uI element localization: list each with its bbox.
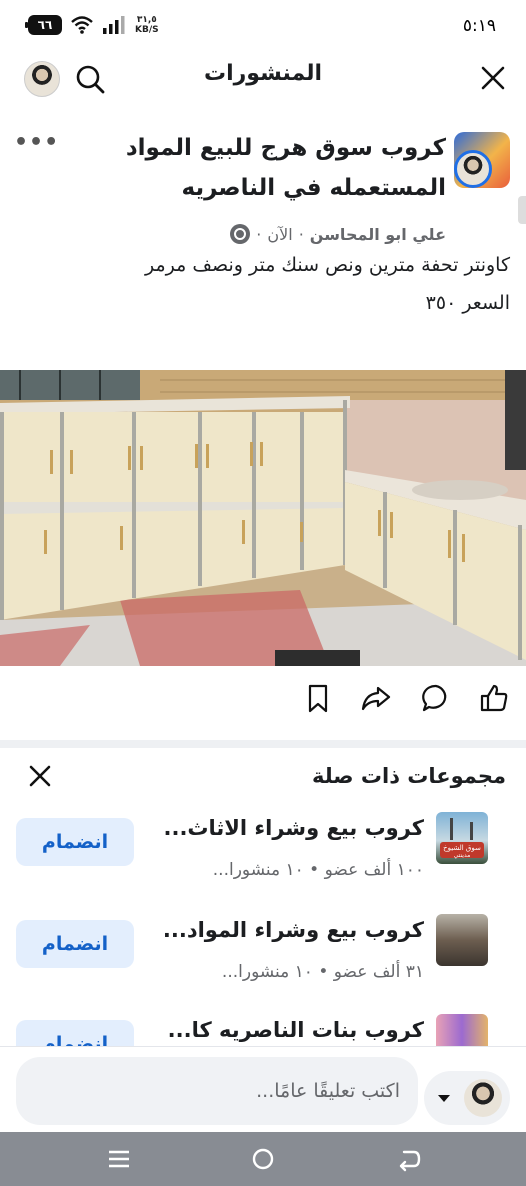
- group-row-name[interactable]: كروب بيع وشراء المواد...: [144, 918, 424, 942]
- recent-apps-icon[interactable]: [104, 1144, 134, 1174]
- wifi-icon: [71, 16, 93, 34]
- status-time: ٥:١٩: [462, 16, 496, 36]
- join-button[interactable]: انضمام: [16, 920, 134, 968]
- network-speed: ٣١,٥ KB/S: [135, 15, 159, 35]
- group-avatar[interactable]: [454, 132, 510, 188]
- system-nav-bar: [0, 1132, 526, 1186]
- share-icon[interactable]: [360, 682, 392, 714]
- status-icons: ٦٦ ٣١,٥ KB/S: [25, 15, 159, 35]
- post-meta: علي ابو المحاسن · الآن ·: [230, 224, 446, 244]
- post-photo[interactable]: [0, 370, 526, 666]
- thumb-label: سوق الشيوخ: [443, 844, 481, 852]
- close-icon[interactable]: [26, 762, 54, 790]
- group-thumbnail: [436, 914, 488, 966]
- meta-separator: ·: [298, 224, 304, 244]
- back-icon[interactable]: [394, 1144, 424, 1174]
- thumb-label: مدينتي: [454, 852, 471, 859]
- group-thumbnail-graphic: سوق الشيوخ مدينتي: [440, 818, 484, 859]
- author-avatar[interactable]: [454, 150, 492, 188]
- post-header: ••• كروب سوق هرج للبيع المواد المستعمله …: [0, 122, 526, 262]
- post-actions: [0, 676, 526, 720]
- home-icon[interactable]: [248, 1144, 278, 1174]
- join-button[interactable]: انضمام: [16, 818, 134, 866]
- save-icon[interactable]: [302, 682, 334, 714]
- page-title: المنشورات: [203, 61, 323, 86]
- comment-input[interactable]: اكتب تعليقًا عامًا...: [16, 1057, 418, 1125]
- caret-down-icon: [438, 1095, 450, 1102]
- group-thumbnail: سوق الشيوخ مدينتي: [436, 812, 488, 864]
- avatar: [464, 1079, 502, 1117]
- signal-icon: [103, 16, 125, 34]
- related-title: مجموعات ذات صلة: [311, 764, 506, 788]
- battery-icon: ٦٦: [25, 15, 62, 35]
- post-time[interactable]: الآن: [267, 225, 292, 244]
- more-options-icon[interactable]: •••: [14, 130, 59, 155]
- group-name[interactable]: كروب سوق هرج للبيع المواد المستعمله في ا…: [106, 128, 446, 208]
- group-row-meta: ١٠٠ ألف عضو • ١٠ منشورا...: [212, 860, 424, 880]
- group-row-name[interactable]: كروب بيع وشراء الاثاث...: [144, 816, 424, 840]
- comment-as-selector[interactable]: [424, 1071, 510, 1125]
- post-text: كاونتر تحفة مترين ونص سنك متر ونصف مرمر …: [16, 246, 510, 322]
- comment-bar: اكتب تعليقًا عامًا...: [0, 1046, 526, 1132]
- author-name[interactable]: علي ابو المحاسن: [310, 225, 446, 244]
- group-row[interactable]: سوق الشيوخ مدينتي كروب بيع وشراء الاثاث.…: [0, 812, 526, 912]
- group-row[interactable]: كروب بيع وشراء المواد... ٣١ ألف عضو • ١٠…: [0, 914, 526, 1014]
- related-groups: مجموعات ذات صلة سوق الشيوخ مدينتي كروب ب…: [0, 740, 526, 1068]
- app-header: المنشورات: [0, 52, 526, 106]
- globe-icon: [230, 224, 251, 244]
- post-text-line: السعر ٣٥٠: [425, 292, 510, 314]
- side-handle: [518, 196, 526, 224]
- group-row-meta: ٣١ ألف عضو • ١٠ منشورا...: [221, 962, 424, 982]
- meta-separator: ·: [256, 224, 262, 244]
- kitchen-counter-illustration: [0, 370, 526, 666]
- comment-icon[interactable]: [420, 682, 452, 714]
- close-icon[interactable]: [478, 63, 508, 93]
- post-text-line: كاونتر تحفة مترين ونص سنك متر ونصف مرمر: [144, 254, 510, 276]
- status-bar: ٥:١٩ ٦٦ ٣١,٥ KB/S: [0, 0, 526, 52]
- like-icon[interactable]: [478, 682, 510, 714]
- group-row-name[interactable]: كروب بنات الناصريه كا...: [144, 1018, 424, 1042]
